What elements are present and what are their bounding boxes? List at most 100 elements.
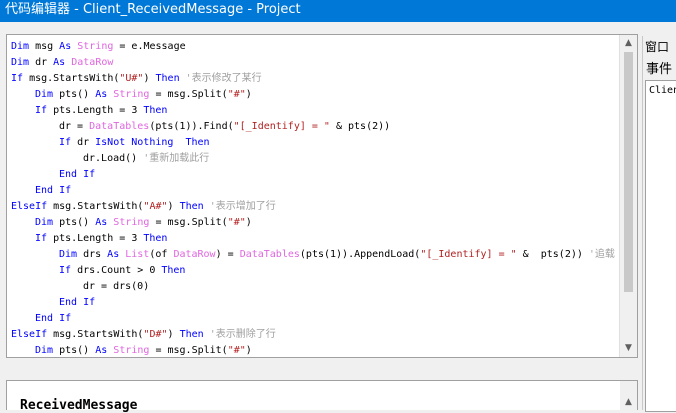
window-titlebar: 代码编辑器 - Client_ReceivedMessage - Project — [0, 0, 676, 22]
code-token: msg — [29, 41, 60, 52]
code-line[interactable]: dr = DataTables(pts(1)).Find("[_Identify… — [59, 119, 390, 135]
code-token: pts() — [53, 217, 96, 228]
code-token: As — [107, 249, 120, 260]
code-token: As — [59, 41, 72, 52]
event-name-label: ReceivedMessage — [20, 398, 138, 413]
code-token: ElseIf — [11, 201, 48, 212]
code-token: & pts(2)) — [329, 121, 391, 132]
tab-window[interactable]: 窗口 — [645, 38, 669, 55]
code-token: DataRow — [173, 249, 216, 260]
code-token: String — [113, 345, 150, 355]
vertical-scrollbar[interactable]: ▲ ▼ — [619, 35, 637, 357]
list-item[interactable]: Client — [649, 85, 676, 96]
code-line[interactable]: If msg.StartsWith("U#") Then '表示修改了某行 — [11, 71, 262, 87]
code-token: "[_Identify] = " — [233, 121, 330, 132]
code-token: "U#" — [119, 73, 144, 84]
code-token: dr.Load() — [83, 153, 144, 164]
code-token: pts() — [53, 89, 96, 100]
code-token: If — [35, 233, 48, 244]
code-token: As — [53, 57, 66, 68]
bottom-scrollbar[interactable]: ▲ — [620, 381, 637, 411]
code-line[interactable]: Dim dr As DataRow — [11, 55, 113, 71]
code-line[interactable]: Dim pts() As String = msg.Split("#") — [35, 343, 252, 355]
code-line[interactable]: dr.Load() '重新加载此行 — [83, 151, 209, 167]
code-token: ) — [143, 73, 156, 84]
code-line[interactable]: End If — [59, 295, 95, 311]
code-token: End If — [59, 169, 96, 180]
code-line[interactable]: Dim pts() As String = msg.Split("#") — [35, 215, 252, 231]
code-token: As — [95, 89, 108, 100]
code-token: ) — [167, 329, 180, 340]
code-line[interactable]: If drs.Count > 0 Then — [59, 263, 185, 279]
code-token: = msg.Split( — [149, 89, 228, 100]
arrow-down-icon[interactable]: ▼ — [620, 340, 637, 357]
code-token: (pts(1)).AppendLoad( — [299, 249, 421, 260]
code-token: As — [95, 217, 108, 228]
code-token: Then — [143, 105, 168, 116]
code-token: '表示修改了某行 — [179, 73, 262, 84]
code-line[interactable]: Dim drs As List(of DataRow) = DataTables… — [59, 247, 615, 263]
code-token: Dim — [11, 41, 30, 52]
event-list[interactable]: Client — [645, 80, 676, 412]
code-line[interactable]: Dim pts() As String = msg.Split("#") — [35, 87, 252, 103]
code-line[interactable]: ElseIf msg.StartsWith("D#") Then '表示删除了行 — [11, 327, 276, 343]
scrollbar-thumb[interactable] — [624, 52, 633, 292]
code-token: ) — [167, 201, 180, 212]
code-line[interactable]: ElseIf msg.StartsWith("A#") Then '表示增加了行 — [11, 199, 276, 215]
code-token: pts.Length = 3 — [47, 233, 144, 244]
code-token: = e.Message — [113, 41, 186, 52]
code-line[interactable]: If pts.Length = 3 Then — [35, 231, 167, 247]
code-token: & pts(2)) — [516, 249, 589, 260]
code-token: "D#" — [143, 329, 168, 340]
code-token: ) — [245, 89, 252, 100]
code-token: dr = — [59, 121, 90, 132]
right-panel: 窗口 事件 Client — [642, 36, 676, 412]
code-token: Dim — [59, 249, 78, 260]
code-token: Dim — [35, 89, 54, 100]
code-token: End If — [35, 313, 72, 324]
code-line[interactable]: dr = drs(0) — [83, 279, 149, 295]
arrow-up-icon[interactable]: ▲ — [620, 394, 637, 411]
code-line[interactable]: End If — [35, 311, 71, 327]
code-token: If — [35, 105, 48, 116]
code-token: If — [11, 73, 24, 84]
window-title: 代码编辑器 - Client_ReceivedMessage - Project — [5, 2, 301, 17]
code-area[interactable]: Dim msg As String = e.Message Dim dr As D… — [11, 39, 619, 355]
code-token: '表示删除了行 — [203, 329, 276, 340]
code-line[interactable]: End If — [35, 183, 71, 199]
arrow-up-icon[interactable]: ▲ — [620, 35, 637, 52]
code-token: ) — [245, 217, 252, 228]
code-token: Then — [143, 233, 168, 244]
code-token: Then — [155, 73, 180, 84]
code-token: Then — [185, 137, 210, 148]
code-token: = msg.Split( — [149, 345, 228, 355]
code-token: "#" — [227, 345, 246, 355]
code-token: String — [113, 217, 150, 228]
code-token: '表示增加了行 — [203, 201, 276, 212]
code-token: ) — [245, 345, 252, 355]
code-token: Dim — [35, 345, 54, 355]
code-token: End If — [59, 297, 96, 308]
code-token: pts.Length = 3 — [47, 105, 144, 116]
code-token: DataRow — [71, 57, 114, 68]
code-line[interactable]: If pts.Length = 3 Then — [35, 103, 167, 119]
code-token: dr — [71, 137, 96, 148]
code-token: pts() — [53, 345, 96, 355]
code-line[interactable]: If dr IsNot Nothing Then — [59, 135, 210, 151]
code-token: dr — [29, 57, 54, 68]
code-token: (pts(1)).Find( — [149, 121, 234, 132]
code-token: As — [95, 345, 108, 355]
code-line[interactable]: End If — [59, 167, 95, 183]
code-token: "A#" — [143, 201, 168, 212]
code-token: "#" — [227, 217, 246, 228]
code-token: = msg.Split( — [149, 217, 228, 228]
code-token: drs — [77, 249, 108, 260]
code-token: msg.StartsWith( — [47, 201, 144, 212]
code-editor[interactable]: Dim msg As String = e.Message Dim dr As D… — [6, 34, 638, 358]
code-token: Then — [161, 265, 186, 276]
code-token: String — [77, 41, 114, 52]
tab-events[interactable]: 事件 — [646, 58, 672, 77]
code-token: drs.Count > 0 — [71, 265, 162, 276]
code-line[interactable]: Dim msg As String = e.Message — [11, 39, 186, 55]
